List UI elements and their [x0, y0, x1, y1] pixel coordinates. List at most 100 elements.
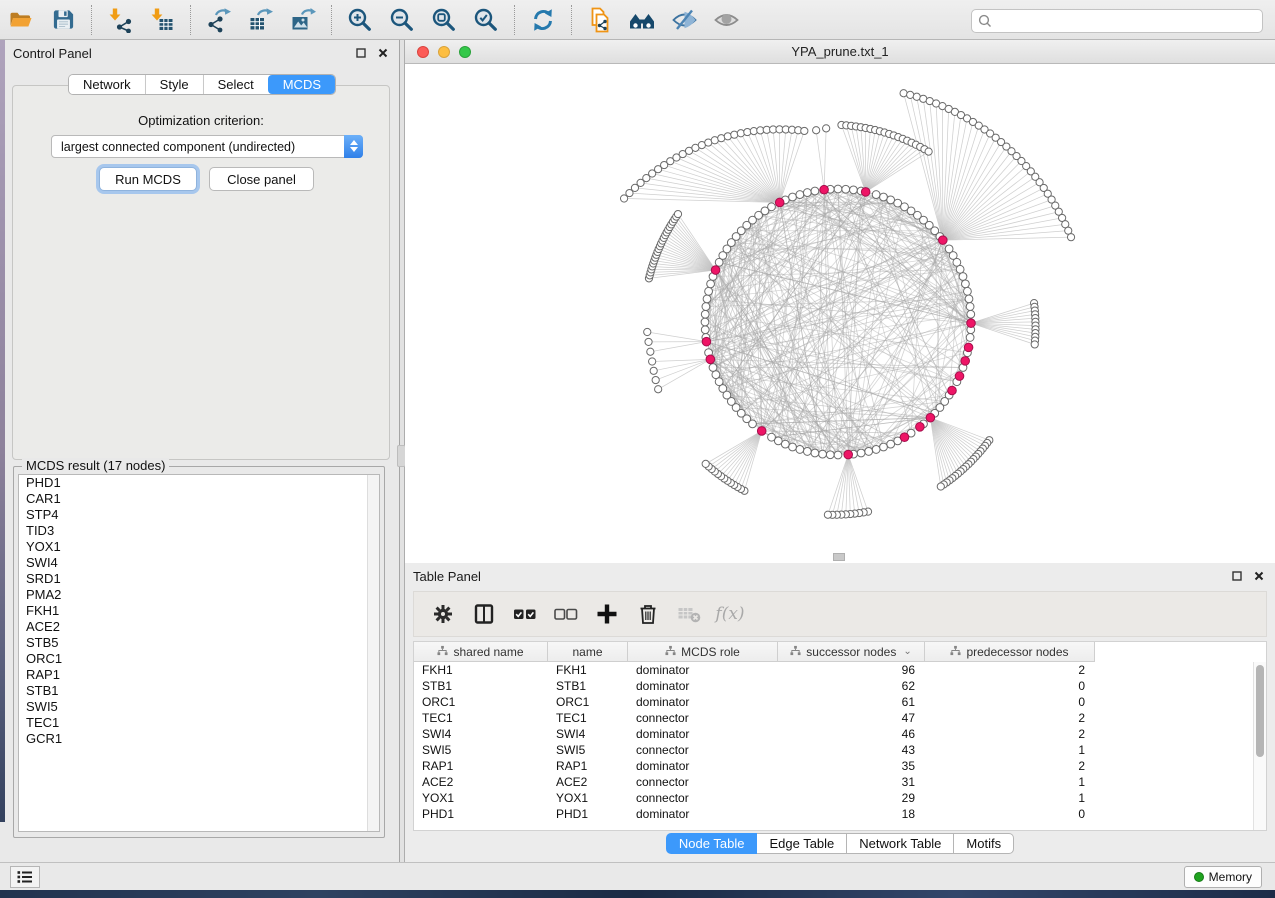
table-row[interactable]: STB1STB1dominator620	[414, 678, 1266, 694]
zoom-fit-icon[interactable]	[429, 6, 459, 34]
task-history-button[interactable]	[10, 866, 40, 888]
zoom-in-icon[interactable]	[345, 6, 375, 34]
table-row[interactable]: YOX1YOX1connector291	[414, 790, 1266, 806]
network-window-titlebar[interactable]: YPA_prune.txt_1	[405, 40, 1275, 64]
column-header-successor-nodes[interactable]: successor nodes⌄	[778, 642, 925, 662]
mcds-result-list[interactable]: PHD1CAR1STP4TID3YOX1SWI4SRD1PMA2FKH1ACE2…	[18, 474, 380, 832]
show-all-icon[interactable]	[711, 6, 741, 34]
close-panel-icon[interactable]	[1251, 568, 1267, 584]
cell-successor-nodes: 47	[778, 710, 925, 726]
mcds-result-item[interactable]: YOX1	[19, 539, 379, 555]
mcds-result-item[interactable]: SWI4	[19, 555, 379, 571]
mcds-result-item[interactable]: GCR1	[19, 731, 379, 747]
function-builder-icon[interactable]: f(x)	[717, 601, 743, 627]
delete-table-icon[interactable]	[676, 601, 702, 627]
table-row[interactable]: TEC1TEC1connector472	[414, 710, 1266, 726]
export-table-icon[interactable]	[246, 6, 276, 34]
first-neighbors-icon[interactable]	[627, 6, 657, 34]
zoom-selected-icon[interactable]	[471, 6, 501, 34]
import-table-icon[interactable]	[147, 6, 177, 34]
tab-node-table[interactable]: Node Table	[666, 833, 758, 854]
cell-name: ORC1	[548, 694, 628, 710]
mcds-result-item[interactable]: PHD1	[19, 475, 379, 491]
cell-shared-name: ORC1	[414, 694, 548, 710]
run-mcds-button[interactable]: Run MCDS	[99, 167, 197, 191]
tab-mcds[interactable]: MCDS	[268, 75, 335, 94]
hide-selected-icon[interactable]	[669, 6, 699, 34]
save-session-icon[interactable]	[48, 6, 78, 34]
column-header-predecessor-nodes[interactable]: predecessor nodes	[925, 642, 1095, 662]
mcds-result-item[interactable]: STP4	[19, 507, 379, 523]
export-image-icon[interactable]	[288, 6, 318, 34]
cell-shared-name: STB1	[414, 678, 548, 694]
mcds-list-scrollbar[interactable]	[367, 475, 379, 831]
tab-network-table[interactable]: Network Table	[847, 833, 954, 854]
export-network-icon[interactable]	[204, 6, 234, 34]
window-traffic-lights	[417, 46, 471, 58]
table-row[interactable]: ORC1ORC1dominator610	[414, 694, 1266, 710]
close-panel-button[interactable]: Close panel	[209, 167, 314, 191]
table-row[interactable]: SWI4SWI4dominator462	[414, 726, 1266, 742]
table-row[interactable]: FKH1FKH1dominator962	[414, 662, 1266, 678]
mcds-result-item[interactable]: SWI5	[19, 699, 379, 715]
horizontal-splitter-handle[interactable]	[833, 553, 845, 561]
table-row[interactable]: RAP1RAP1dominator352	[414, 758, 1266, 774]
scrollbar-thumb[interactable]	[1256, 665, 1264, 757]
delete-column-icon[interactable]	[635, 601, 661, 627]
memory-button[interactable]: Memory	[1184, 866, 1262, 888]
float-panel-icon[interactable]	[1229, 568, 1245, 584]
table-row[interactable]: PHD1PHD1dominator180	[414, 806, 1266, 822]
search-input[interactable]	[971, 9, 1263, 33]
mcds-result-item[interactable]: STB1	[19, 683, 379, 699]
refresh-icon[interactable]	[528, 6, 558, 34]
table-row[interactable]: ACE2ACE2connector311	[414, 774, 1266, 790]
tab-select[interactable]: Select	[203, 75, 268, 94]
import-network-icon[interactable]	[105, 6, 135, 34]
network-canvas[interactable]	[405, 64, 1275, 563]
close-panel-icon[interactable]	[375, 45, 391, 61]
cell-shared-name: SWI5	[414, 742, 548, 758]
open-session-icon[interactable]	[6, 6, 36, 34]
zoom-out-icon[interactable]	[387, 6, 417, 34]
mcds-result-item[interactable]: PMA2	[19, 587, 379, 603]
tab-network[interactable]: Network	[69, 75, 145, 94]
pane-mode-icon[interactable]	[471, 601, 497, 627]
mcds-result-item[interactable]: SRD1	[19, 571, 379, 587]
close-window-icon[interactable]	[417, 46, 429, 58]
node-table[interactable]: shared namenameMCDS rolesuccessor nodes⌄…	[413, 641, 1267, 831]
mcds-result-item[interactable]: CAR1	[19, 491, 379, 507]
cell-name: TEC1	[548, 710, 628, 726]
cell-MCDS-role: connector	[628, 774, 778, 790]
cell-shared-name: RAP1	[414, 758, 548, 774]
maximize-window-icon[interactable]	[459, 46, 471, 58]
table-row[interactable]: SWI5SWI5connector431	[414, 742, 1266, 758]
network-graph[interactable]	[405, 64, 1275, 563]
mcds-result-item[interactable]: STB5	[19, 635, 379, 651]
column-header-name[interactable]: name	[548, 642, 628, 662]
table-settings-icon[interactable]	[430, 601, 456, 627]
column-header-MCDS-role[interactable]: MCDS role	[628, 642, 778, 662]
cell-predecessor-nodes: 0	[925, 678, 1095, 694]
float-panel-icon[interactable]	[353, 45, 369, 61]
cell-shared-name: ACE2	[414, 774, 548, 790]
tab-edge-table[interactable]: Edge Table	[757, 833, 847, 854]
mcds-result-item[interactable]: RAP1	[19, 667, 379, 683]
tab-motifs[interactable]: Motifs	[954, 833, 1014, 854]
mcds-result-item[interactable]: ACE2	[19, 619, 379, 635]
tab-style[interactable]: Style	[145, 75, 203, 94]
mcds-result-item[interactable]: TEC1	[19, 715, 379, 731]
table-scrollbar[interactable]	[1253, 662, 1266, 830]
export-document-share-icon[interactable]	[585, 6, 615, 34]
column-header-shared-name[interactable]: shared name	[414, 642, 548, 662]
criterion-select[interactable]: largest connected component (undirected)	[51, 135, 363, 158]
cell-name: RAP1	[548, 758, 628, 774]
mcds-result-item[interactable]: TID3	[19, 523, 379, 539]
mcds-result-title: MCDS result (17 nodes)	[22, 458, 169, 473]
mcds-result-item[interactable]: FKH1	[19, 603, 379, 619]
minimize-window-icon[interactable]	[438, 46, 450, 58]
mcds-result-item[interactable]: ORC1	[19, 651, 379, 667]
add-column-icon[interactable]	[594, 601, 620, 627]
deselect-all-icon[interactable]	[553, 601, 579, 627]
select-all-icon[interactable]	[512, 601, 538, 627]
cell-predecessor-nodes: 1	[925, 742, 1095, 758]
